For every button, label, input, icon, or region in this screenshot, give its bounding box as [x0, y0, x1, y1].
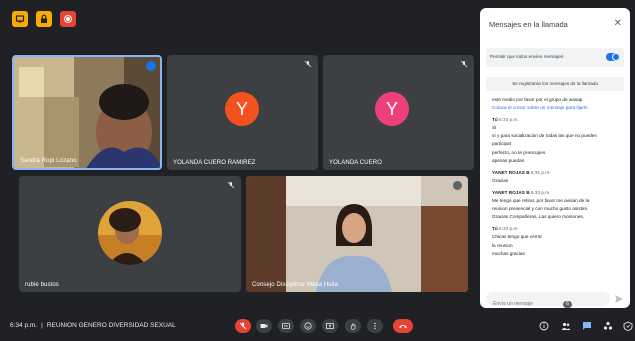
message-text: reunion presencial y con mucho gusto asi… — [492, 206, 589, 212]
captions-button[interactable] — [278, 319, 294, 333]
allow-messages-toggle[interactable] — [606, 53, 620, 61]
people-icon[interactable] — [561, 321, 571, 331]
allow-messages-row: Permitir que todos envíen mensajes — [486, 48, 624, 67]
message-sender: YANET ROJAS B — [492, 169, 530, 175]
mic-off-icon — [227, 181, 235, 189]
message-header: Tú 6:33 p.m. — [492, 225, 620, 233]
mic-off-icon — [239, 322, 247, 330]
meeting-info: 6:34 p.m. | REUNION GENERO DIVERSIDAD SEXU… — [10, 322, 176, 329]
participant-tile-sandra[interactable]: Sandra Ropi Lozano — [12, 55, 162, 170]
message-header: YANET ROJAS B 6:31 p.m. — [492, 169, 620, 177]
hang-up-icon — [399, 325, 407, 329]
message-list: este medio por favor por el grupo de was… — [492, 96, 620, 288]
host-controls-badge[interactable] — [12, 11, 28, 27]
send-icon[interactable] — [614, 294, 624, 304]
separator: | — [41, 322, 43, 329]
screen-icon — [15, 15, 25, 23]
participant-name: Consejo Disciplinar Mesa Huila — [252, 282, 339, 288]
avatar: Y — [375, 92, 409, 126]
message-time: 6:33 p.m. — [499, 117, 519, 123]
message-time: 6:33 p.m. — [530, 189, 551, 195]
raise-hand-button[interactable] — [345, 319, 361, 333]
participant-tile-yolanda-ramirez[interactable]: Y YOLANDA CUERO RAMIREZ — [167, 55, 318, 170]
meeting-title: REUNION GENERO DIVERSIDAD SEXUAL — [46, 322, 176, 329]
message-text: muchas gracias — [492, 250, 525, 256]
activities-icon[interactable] — [603, 321, 613, 331]
camera-feed-image — [246, 176, 468, 292]
panel-title: Mensajes en la llamada — [489, 20, 568, 29]
message-text: este medio por favor por el grupo de was… — [492, 97, 583, 102]
mic-off-icon — [460, 60, 468, 68]
avatar: Y — [225, 92, 259, 126]
message-text: Chicas tengo que cerrar — [492, 234, 543, 240]
participant-tile-consejo[interactable]: Consejo Disciplinar Mesa Huila — [246, 176, 468, 292]
allow-messages-label: Permitir que todos envíen mensajes — [490, 54, 564, 59]
message-text: Sí — [492, 125, 497, 131]
speaking-indicator-icon — [146, 61, 156, 71]
clock-time: 6:34 p.m. — [10, 322, 38, 329]
info-icon[interactable] — [539, 321, 549, 331]
hand-icon — [351, 323, 356, 330]
avatar-photo — [98, 201, 162, 265]
pin-hint: Coloca el cursor sobre un mensaje para f… — [492, 105, 588, 111]
participant-count-badge: 6 — [563, 301, 572, 308]
emoji-icon — [304, 322, 312, 330]
host-controls-icon[interactable] — [623, 321, 633, 331]
message-header: Tú 6:33 p.m. — [492, 116, 620, 124]
mic-button[interactable] — [235, 319, 251, 333]
speaking-indicator-icon — [453, 181, 462, 190]
camera-icon — [260, 324, 268, 328]
compose-box — [486, 292, 610, 308]
present-icon — [326, 323, 334, 329]
participant-name: YOLANDA CUERO RAMIREZ — [173, 160, 256, 166]
camera-button[interactable] — [256, 319, 272, 333]
message-sender: Tú — [492, 226, 498, 232]
message-text: la reunion — [492, 242, 513, 248]
meet-window: Sandra Ropi Lozano Y YOLANDA CUERO RAMIR… — [0, 0, 635, 341]
lock-badge[interactable] — [36, 11, 52, 27]
message-text: Me tengo que retirar, por favor me avisa… — [492, 198, 590, 204]
message-sender: Tú — [492, 117, 498, 123]
message-text: Gracias — [492, 177, 509, 183]
message-text: sí y para socialización de todas las que… — [492, 133, 598, 139]
message-text: Gracias Compañeras, Las quiero montones. — [492, 214, 584, 220]
bottom-bar: 6:34 p.m. | REUNION GENERO DIVERSIDAD SEXU… — [0, 313, 635, 341]
recording-badge[interactable] — [60, 11, 76, 27]
lock-icon — [41, 14, 47, 23]
participant-name: YOLANDA CUERO — [329, 160, 382, 166]
mic-off-icon — [304, 60, 312, 68]
top-badges — [12, 11, 76, 27]
more-vert-icon — [374, 322, 376, 330]
leave-call-button[interactable] — [393, 319, 413, 333]
chat-panel: Mensajes en la llamada ✕ Permitir que to… — [480, 8, 630, 308]
close-icon[interactable]: ✕ — [614, 18, 622, 29]
message-time: 6:33 p.m. — [499, 226, 519, 232]
chat-icon[interactable] — [582, 321, 592, 331]
message-text: apenas puedas — [492, 157, 525, 163]
message-text: participar — [492, 141, 512, 147]
message-text: perfecto, no te preocupes — [492, 149, 546, 155]
participant-tile-yolanda-cuero[interactable]: Y YOLANDA CUERO — [323, 55, 474, 170]
camera-feed-image — [14, 57, 160, 168]
participant-name: rubie bustos — [25, 282, 59, 288]
message-time: 6:31 p.m. — [530, 169, 551, 175]
message-header: YANET ROJAS B 6:33 p.m. — [492, 189, 620, 197]
more-options-button[interactable] — [367, 319, 383, 333]
recording-notice: Se registrarán los mensajes de la llamad… — [486, 77, 624, 91]
record-icon — [64, 15, 72, 23]
reactions-button[interactable] — [300, 319, 316, 333]
present-button[interactable] — [322, 319, 338, 333]
captions-icon — [282, 323, 290, 329]
message-input[interactable] — [486, 297, 610, 308]
participant-tile-rubie[interactable]: rubie bustos — [19, 176, 241, 292]
message-sender: YANET ROJAS B — [492, 189, 530, 195]
participant-name: Sandra Ropi Lozano — [20, 158, 77, 164]
